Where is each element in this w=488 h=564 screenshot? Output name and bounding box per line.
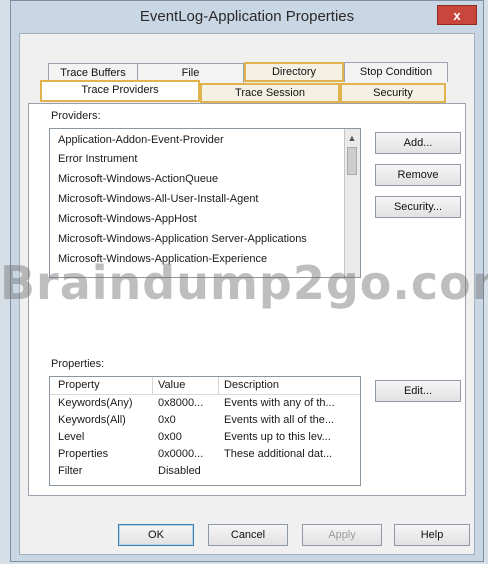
cell-property: Keywords(All): [58, 414, 126, 426]
ok-button[interactable]: OK: [118, 524, 194, 546]
properties-table[interactable]: Property Value Description Keywords(Any)…: [49, 376, 361, 486]
cell-value: Disabled: [158, 465, 201, 477]
properties-table-header: Property Value Description: [50, 377, 360, 395]
provider-item[interactable]: Microsoft-Windows-ActionQueue: [58, 173, 218, 185]
properties-dialog: EventLog-Application Properties x Trace …: [10, 0, 484, 562]
column-header-property[interactable]: Property: [58, 379, 100, 391]
trace-providers-panel: Providers: Application-Addon-Event-Provi…: [28, 104, 466, 496]
scroll-up-arrow-icon[interactable]: ▲: [347, 133, 357, 143]
cancel-button[interactable]: Cancel: [208, 524, 288, 546]
tab-trace-providers[interactable]: Trace Providers: [40, 80, 200, 102]
provider-security-button[interactable]: Security...: [375, 196, 461, 218]
cell-value: 0x8000...: [158, 397, 204, 409]
provider-item[interactable]: Error Instrument: [58, 153, 137, 165]
cell-description: Events up to this lev...: [224, 431, 331, 443]
scroll-thumb[interactable]: [347, 147, 357, 175]
cell-description: Events with all of the...: [224, 414, 335, 426]
column-divider[interactable]: [152, 377, 153, 394]
provider-item[interactable]: Microsoft-Windows-All-User-Install-Agent: [58, 193, 259, 205]
add-provider-button[interactable]: Add...: [375, 132, 461, 154]
cell-value: 0x0: [158, 414, 176, 426]
tab-directory[interactable]: Directory: [244, 62, 344, 82]
providers-label: Providers:: [51, 110, 101, 122]
close-button[interactable]: x: [437, 5, 477, 25]
column-divider[interactable]: [218, 377, 219, 394]
cell-description: Events with any of th...: [224, 397, 335, 409]
providers-list[interactable]: Application-Addon-Event-Provider Error I…: [49, 128, 361, 278]
dialog-client-area: Trace Buffers File Directory Stop Condit…: [19, 33, 475, 555]
cell-value: 0x0000...: [158, 448, 204, 460]
tab-security[interactable]: Security: [340, 83, 446, 103]
cell-property: Keywords(Any): [58, 397, 133, 409]
cell-property: Level: [58, 431, 85, 443]
provider-item[interactable]: Microsoft-Windows-Application Server-App…: [58, 233, 307, 245]
tab-stop-condition[interactable]: Stop Condition: [344, 62, 448, 82]
provider-item[interactable]: Microsoft-Windows-Application-Experience: [58, 253, 267, 265]
column-header-value[interactable]: Value: [158, 379, 185, 391]
apply-button[interactable]: Apply: [302, 524, 382, 546]
provider-item[interactable]: Application-Addon-Event-Provider: [58, 134, 224, 146]
column-header-description[interactable]: Description: [224, 379, 279, 391]
tab-trace-session[interactable]: Trace Session: [200, 83, 340, 103]
provider-item[interactable]: Microsoft-Windows-AppHost: [58, 213, 197, 225]
help-button[interactable]: Help: [394, 524, 470, 546]
dialog-button-bar: OK Cancel Apply Help: [20, 496, 474, 554]
providers-scrollbar[interactable]: ▲: [344, 129, 360, 277]
edit-property-button[interactable]: Edit...: [375, 380, 461, 402]
cell-property: Properties: [58, 448, 109, 460]
title-bar: EventLog-Application Properties x: [11, 1, 483, 33]
remove-provider-button[interactable]: Remove: [375, 164, 461, 186]
cell-value: 0x00: [158, 431, 182, 443]
properties-label: Properties:: [51, 358, 105, 370]
cell-property: Filter: [58, 465, 83, 477]
window-title: EventLog-Application Properties: [139, 8, 355, 25]
cell-description: These additional dat...: [224, 448, 333, 460]
